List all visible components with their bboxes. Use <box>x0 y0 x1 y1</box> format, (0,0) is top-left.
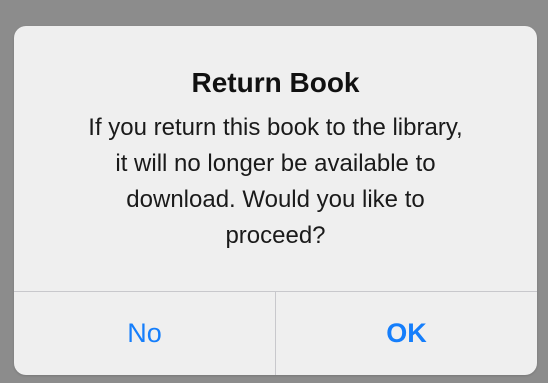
alert-body: Return Book If you return this book to t… <box>14 26 537 290</box>
alert-button-row: No OK <box>14 292 537 375</box>
no-button[interactable]: No <box>14 292 275 375</box>
ok-button[interactable]: OK <box>276 292 537 375</box>
return-book-alert: Return Book If you return this book to t… <box>14 26 537 375</box>
alert-message: If you return this book to the library, … <box>88 114 463 249</box>
alert-title: Return Book <box>191 67 360 98</box>
